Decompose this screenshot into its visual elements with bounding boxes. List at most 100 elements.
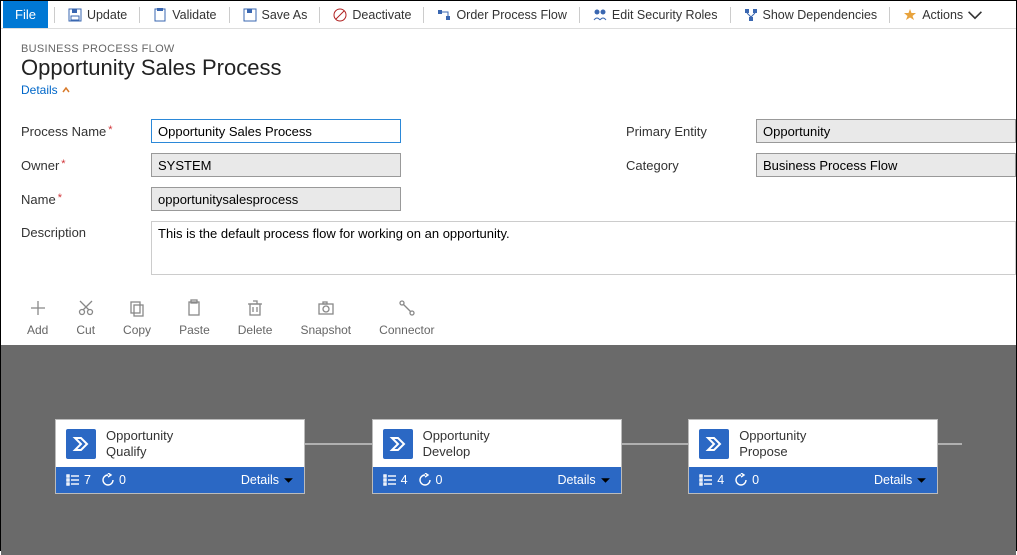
stage-toolbar: Add Cut Copy Paste Delete Snapshot Conne… <box>1 279 1016 345</box>
separator <box>319 7 320 23</box>
details-form: Process Name Primary Entity Owner Catego… <box>1 103 1016 279</box>
chevron-down-icon <box>600 475 611 486</box>
dependencies-icon <box>743 7 759 23</box>
details-label: Details <box>21 83 58 97</box>
copy-button[interactable]: Copy <box>123 299 151 337</box>
chevron-down-icon <box>916 475 927 486</box>
delete-button[interactable]: Delete <box>238 299 273 337</box>
flow-icon <box>436 7 452 23</box>
process-name-field[interactable] <box>151 119 401 143</box>
primary-entity-label: Primary Entity <box>626 124 746 139</box>
paste-label: Paste <box>179 323 210 337</box>
file-label: File <box>15 7 36 22</box>
loops-count: 0 <box>101 473 126 487</box>
saveas-icon <box>242 7 258 23</box>
chevron-down-icon <box>967 7 983 23</box>
separator <box>423 7 424 23</box>
stage-header: OpportunityQualify <box>56 420 304 467</box>
plus-icon <box>29 299 47 317</box>
steps-count: 7 <box>66 473 91 487</box>
editsecurity-button[interactable]: Edit Security Roles <box>586 4 724 26</box>
flow-canvas[interactable]: OpportunityQualify 7 0 Details Opportuni… <box>1 345 1016 555</box>
stage-title: OpportunityDevelop <box>423 428 490 459</box>
orderflow-button[interactable]: Order Process Flow <box>430 4 572 26</box>
file-menu[interactable]: File <box>3 1 48 28</box>
loops-value: 0 <box>752 473 759 487</box>
details-toggle[interactable]: Details <box>21 83 71 97</box>
deactivate-label: Deactivate <box>352 8 411 22</box>
validate-label: Validate <box>172 8 216 22</box>
orderflow-label: Order Process Flow <box>456 8 566 22</box>
description-field[interactable] <box>151 221 1016 275</box>
loop-icon <box>101 473 115 487</box>
stage-card[interactable]: OpportunityQualify 7 0 Details <box>55 419 305 494</box>
steps-value: 7 <box>84 473 91 487</box>
app-toolbar: File Update Validate Save As Deactivate … <box>1 1 1016 29</box>
saveas-button[interactable]: Save As <box>236 4 314 26</box>
snapshot-button[interactable]: Snapshot <box>300 299 351 337</box>
process-name-label: Process Name <box>21 124 141 139</box>
paste-icon <box>185 299 203 317</box>
cut-button[interactable]: Cut <box>76 299 95 337</box>
stage-header: OpportunityPropose <box>689 420 937 467</box>
save-icon <box>67 7 83 23</box>
stage-line1: Opportunity <box>106 428 173 443</box>
actions-menu[interactable]: Actions <box>896 4 989 26</box>
steps-value: 4 <box>717 473 724 487</box>
chevron-up-icon <box>61 85 71 95</box>
stage-line1: Opportunity <box>423 428 490 443</box>
security-icon <box>592 7 608 23</box>
stage-line2: Develop <box>423 444 471 459</box>
stage-card[interactable]: OpportunityDevelop 4 0 Details <box>372 419 622 494</box>
connector-button[interactable]: Connector <box>379 299 434 337</box>
connector-label: Connector <box>379 323 434 337</box>
flow-connector <box>938 443 962 445</box>
copy-icon <box>128 299 146 317</box>
steps-count: 4 <box>699 473 724 487</box>
flow-connector <box>305 443 372 445</box>
connector-icon <box>398 299 416 317</box>
stage-line2: Qualify <box>106 444 146 459</box>
details-text: Details <box>557 473 595 487</box>
details-text: Details <box>241 473 279 487</box>
update-button[interactable]: Update <box>61 4 133 26</box>
camera-icon <box>317 299 335 317</box>
stage-details-button[interactable]: Details <box>874 473 927 487</box>
add-label: Add <box>27 323 48 337</box>
stage-card[interactable]: OpportunityPropose 4 0 Details <box>688 419 938 494</box>
stage-line2: Propose <box>739 444 787 459</box>
star-icon <box>902 7 918 23</box>
flow-connector <box>622 443 689 445</box>
separator <box>889 7 890 23</box>
page-title: Opportunity Sales Process <box>21 55 996 81</box>
deactivate-icon <box>332 7 348 23</box>
stage-details-button[interactable]: Details <box>241 473 294 487</box>
update-label: Update <box>87 8 127 22</box>
chevron-down-icon <box>283 475 294 486</box>
separator <box>54 7 55 23</box>
owner-label: Owner <box>21 158 141 173</box>
scissors-icon <box>77 299 95 317</box>
separator <box>730 7 731 23</box>
details-text: Details <box>874 473 912 487</box>
separator <box>139 7 140 23</box>
separator <box>229 7 230 23</box>
showdeps-button[interactable]: Show Dependencies <box>737 4 884 26</box>
showdeps-label: Show Dependencies <box>763 8 878 22</box>
stage-details-button[interactable]: Details <box>557 473 610 487</box>
clipboard-icon <box>152 7 168 23</box>
stage-footer: 7 0 Details <box>56 467 304 493</box>
stage-icon <box>699 429 729 459</box>
page-header: BUSINESS PROCESS FLOW Opportunity Sales … <box>1 29 1016 103</box>
add-button[interactable]: Add <box>27 299 48 337</box>
list-icon <box>699 473 713 487</box>
separator <box>579 7 580 23</box>
stage-header: OpportunityDevelop <box>373 420 621 467</box>
owner-field <box>151 153 401 177</box>
deactivate-button[interactable]: Deactivate <box>326 4 417 26</box>
validate-button[interactable]: Validate <box>146 4 222 26</box>
stage-title: OpportunityPropose <box>739 428 806 459</box>
stage-icon <box>383 429 413 459</box>
paste-button[interactable]: Paste <box>179 299 210 337</box>
steps-value: 4 <box>401 473 408 487</box>
